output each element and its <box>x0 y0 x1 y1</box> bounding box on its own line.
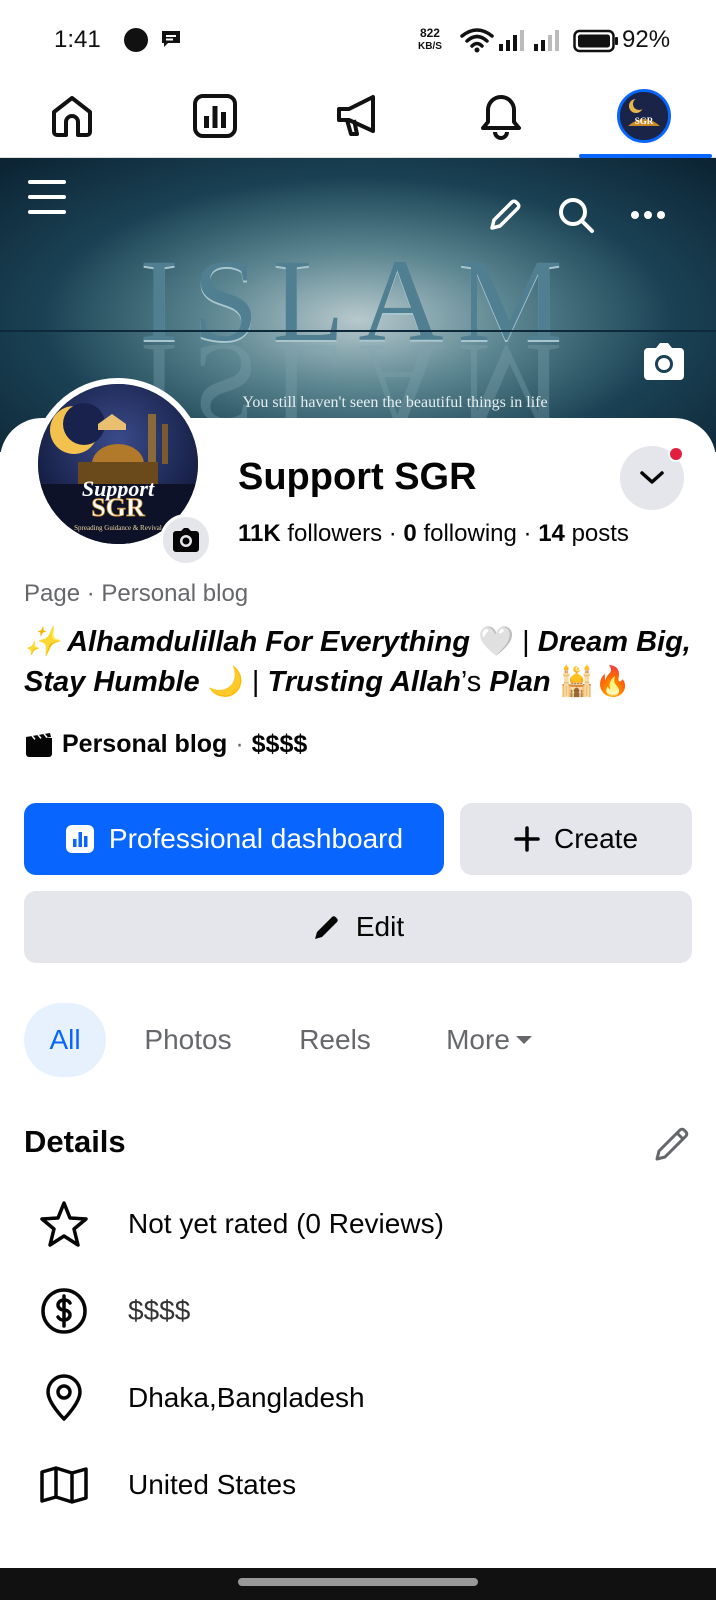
page-bio: ✨ Alhamdulillah For Everything 🤍 | Dream… <box>24 626 691 698</box>
plus-icon <box>514 826 540 852</box>
pencil-icon <box>314 916 338 939</box>
profile-stats: 11K followers · 0 following · 14 posts <box>238 520 629 547</box>
nav-notifications[interactable] <box>471 86 531 146</box>
nav-home[interactable] <box>42 86 102 146</box>
detail-row-price: $$$$ <box>36 1281 190 1341</box>
home-icon <box>52 96 92 137</box>
wifi-icon <box>460 28 494 53</box>
page-info-line: Personal blog · $$$$ <box>24 730 307 759</box>
dashboard-icon <box>193 94 237 138</box>
signal-icon-2 <box>534 30 559 51</box>
notification-dot-icon <box>124 28 148 52</box>
edit-cover-button[interactable] <box>484 194 526 236</box>
detail-row-country: United States <box>36 1455 296 1515</box>
top-nav: SGR <box>0 80 716 158</box>
professional-dashboard-button[interactable]: Professional dashboard <box>24 803 444 875</box>
dollar-icon <box>41 1288 87 1334</box>
create-label: Create <box>553 823 639 854</box>
page-name: Support SGR <box>238 456 477 498</box>
detail-price-text: $$$$ <box>128 1295 191 1326</box>
star-icon <box>40 1201 88 1247</box>
info-price: $$$$ <box>251 730 308 758</box>
detail-row-location: Dhaka,Bangladesh <box>36 1368 365 1428</box>
status-time: 1:41 <box>54 26 101 53</box>
tab-more-label: More <box>446 1024 510 1055</box>
battery-percent: 92% <box>622 26 671 53</box>
tab-all[interactable]: All <box>24 1003 106 1077</box>
nav-ads[interactable] <box>328 86 388 146</box>
cover-camera-button[interactable] <box>640 342 688 382</box>
page-category: Page · Personal blog <box>24 580 249 607</box>
signal-icon <box>499 30 524 51</box>
svg-text:SGR: SGR <box>635 116 654 126</box>
edit-button[interactable]: Edit <box>24 891 692 963</box>
pencil-icon <box>490 199 521 230</box>
location-pin-icon <box>46 1374 82 1421</box>
profile-camera-button[interactable] <box>160 514 212 566</box>
map-icon <box>40 1466 88 1504</box>
battery-icon <box>573 29 618 53</box>
svg-text:SGR: SGR <box>91 493 145 522</box>
notification-badge <box>668 446 684 462</box>
clapperboard-icon <box>26 732 52 757</box>
chevron-down-icon <box>640 471 664 484</box>
create-button[interactable]: Create <box>460 803 692 875</box>
home-indicator[interactable] <box>238 1578 478 1586</box>
tab-reels[interactable]: Reels <box>296 1003 374 1077</box>
nav-profile[interactable]: SGR <box>614 86 674 146</box>
svg-text:Spreading Guidance & Revival: Spreading Guidance & Revival <box>74 524 162 532</box>
tab-more[interactable]: More <box>440 1003 540 1077</box>
message-notification-icon <box>162 31 180 47</box>
search-button[interactable] <box>555 194 597 236</box>
camera-icon <box>173 528 199 552</box>
more-options-button[interactable] <box>626 194 670 236</box>
megaphone-icon <box>337 95 375 136</box>
detail-country-text: United States <box>128 1469 297 1500</box>
bell-icon <box>481 95 521 140</box>
status-bar: 1:41 822 KB/S 92% <box>0 0 716 80</box>
detail-rating-text: Not yet rated (0 Reviews) <box>128 1208 444 1239</box>
info-category: Personal blog <box>62 730 228 758</box>
profile-avatar: SGR <box>617 89 671 143</box>
detail-row-rating: Not yet rated (0 Reviews) <box>36 1194 444 1254</box>
dashboard-icon <box>65 825 94 853</box>
hamburger-menu-icon <box>28 180 66 214</box>
menu-button[interactable] <box>24 176 70 218</box>
details-heading: Details <box>24 1124 126 1159</box>
caret-down-icon <box>515 1036 532 1044</box>
tab-photos[interactable]: Photos <box>136 1003 240 1077</box>
edit-details-icon[interactable] <box>652 1124 692 1164</box>
professional-dashboard-label: Professional dashboard <box>108 823 404 854</box>
search-icon <box>559 198 594 233</box>
more-dots-icon <box>631 211 665 219</box>
camera-icon <box>644 343 684 380</box>
nav-dashboard[interactable] <box>185 86 245 146</box>
edit-label: Edit <box>355 911 405 942</box>
info-separator: · <box>235 730 244 758</box>
network-speed: 822 KB/S <box>418 26 442 53</box>
detail-location-text: Dhaka,Bangladesh <box>128 1382 365 1413</box>
